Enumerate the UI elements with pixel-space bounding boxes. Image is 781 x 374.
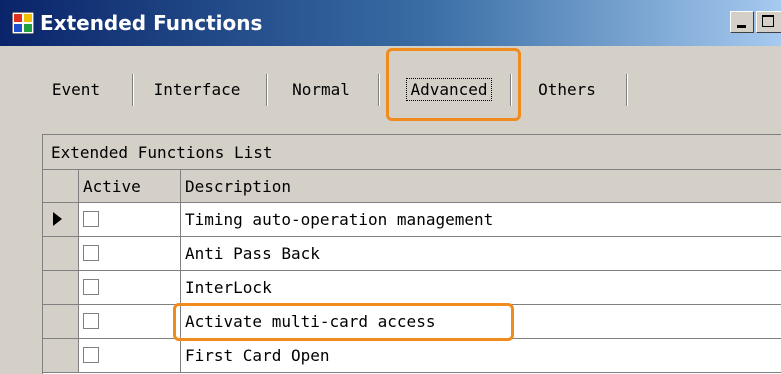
active-cell [79, 203, 181, 236]
active-checkbox[interactable] [83, 279, 99, 295]
row-pointer-icon [53, 212, 62, 226]
column-header-description[interactable]: Description [181, 170, 781, 202]
tab-normal[interactable]: Normal [278, 68, 364, 112]
active-cell [79, 237, 181, 270]
row-description: InterLock [185, 278, 272, 297]
grid-caption: Extended Functions List [43, 135, 781, 170]
tab-interface[interactable]: Interface [142, 68, 252, 112]
active-cell [79, 271, 181, 304]
tab-event[interactable]: Event [38, 68, 114, 112]
row-selector[interactable] [43, 271, 79, 304]
table-row[interactable]: InterLock [43, 271, 781, 305]
row-description: Anti Pass Back [185, 244, 320, 263]
row-header-corner [43, 170, 79, 202]
column-header-active[interactable]: Active [79, 170, 181, 202]
tab-separator [626, 74, 627, 106]
table-row[interactable]: Timing auto-operation management [43, 203, 781, 237]
table-row[interactable]: Anti Pass Back [43, 237, 781, 271]
active-checkbox[interactable] [83, 313, 99, 329]
advanced-tab-highlight [386, 48, 521, 121]
row-selector[interactable] [43, 237, 79, 270]
table-row[interactable]: First Card Open [43, 339, 781, 373]
app-window-icon [12, 12, 34, 34]
active-cell [79, 305, 181, 338]
extended-functions-window: Extended Functions Event Interface Norma… [0, 0, 781, 374]
row-selector[interactable] [43, 305, 79, 338]
active-checkbox[interactable] [83, 211, 99, 227]
window-title: Extended Functions [40, 11, 263, 35]
tab-strip: Event Interface Normal Advanced Others [38, 68, 658, 112]
tab-others[interactable]: Others [524, 68, 610, 112]
active-checkbox[interactable] [83, 347, 99, 363]
row-selector[interactable] [43, 203, 79, 236]
maximize-icon [762, 15, 774, 27]
minimize-button[interactable] [730, 11, 754, 33]
maximize-button[interactable] [756, 11, 781, 33]
row-selector[interactable] [43, 339, 79, 372]
active-checkbox[interactable] [83, 245, 99, 261]
tab-separator [132, 74, 133, 106]
grid-header: Active Description [43, 170, 781, 203]
active-cell [79, 339, 181, 372]
tab-separator [266, 74, 267, 106]
title-bar[interactable]: Extended Functions [0, 0, 781, 46]
row-description: First Card Open [185, 346, 330, 365]
multi-card-row-highlight [173, 303, 514, 341]
row-description: Timing auto-operation management [185, 210, 494, 229]
minimize-icon [737, 25, 746, 28]
tab-separator [378, 74, 379, 106]
